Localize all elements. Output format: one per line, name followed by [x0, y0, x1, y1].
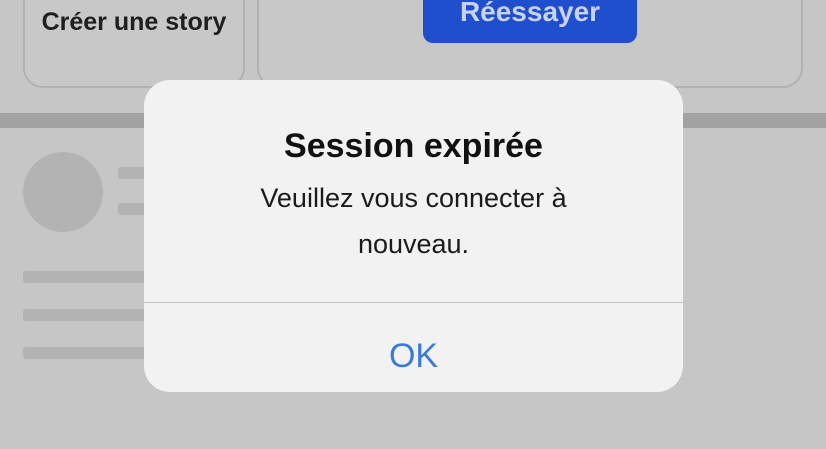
retry-button[interactable]: Réessayer: [423, 0, 637, 43]
placeholder-avatar: [23, 152, 103, 232]
alert-title: Session expirée: [284, 127, 543, 165]
alert-message: Veuillez vous connecter à nouveau.: [260, 183, 567, 259]
placeholder-line: [23, 271, 148, 283]
placeholder-line: [23, 309, 148, 321]
ok-button[interactable]: OK: [144, 303, 683, 392]
session-expired-alert: Session expirée Veuillez vous connecter …: [144, 80, 683, 392]
create-story-label: Créer une story: [41, 8, 227, 36]
placeholder-line: [23, 347, 148, 359]
